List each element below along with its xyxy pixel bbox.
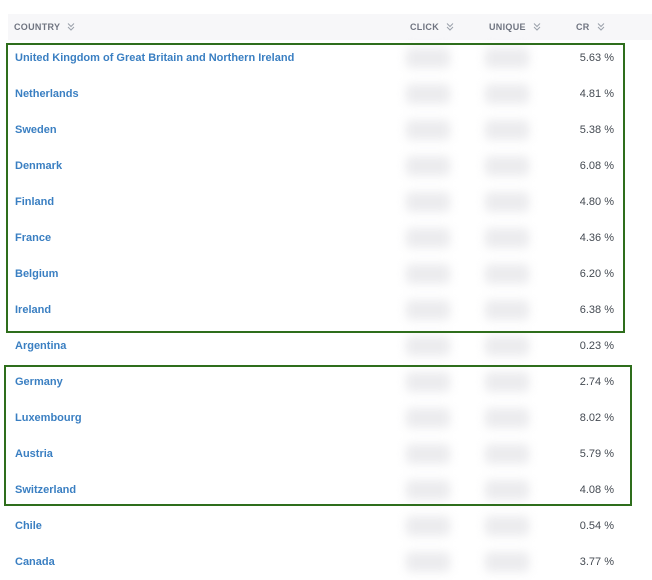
sort-chevron-icon[interactable] [532,22,542,32]
sort-chevron-icon[interactable] [445,22,455,32]
column-header-click-label: CLICK [410,22,439,32]
cr-value: 3.77 % [579,556,614,568]
redacted-click-value [406,516,450,536]
table-row: Chile 0.54 % [8,508,638,544]
table-header: COUNTRY CLICK UNIQUE CR [8,14,652,40]
sort-chevron-icon[interactable] [66,22,76,32]
column-header-cr[interactable]: CR [576,14,606,40]
country-link[interactable]: Argentina [15,328,66,364]
highlight-box [6,43,625,333]
cr-value: 0.23 % [579,340,614,352]
country-link[interactable]: Chile [15,508,42,544]
column-header-cr-label: CR [576,22,590,32]
column-header-click[interactable]: CLICK [410,14,455,40]
country-link[interactable]: Canada [15,544,55,580]
table-row: Argentina 0.23 % [8,328,638,364]
table-row: Canada 3.77 % [8,544,638,580]
redacted-click-value [406,336,450,356]
column-header-unique-label: UNIQUE [489,22,526,32]
redacted-click-value [406,552,450,572]
redacted-unique-value [485,516,529,536]
column-header-country-label: COUNTRY [14,22,61,32]
column-header-unique[interactable]: UNIQUE [489,14,542,40]
redacted-unique-value [485,336,529,356]
sort-chevron-icon[interactable] [596,22,606,32]
redacted-unique-value [485,552,529,572]
highlight-box [4,365,632,506]
cr-value: 0.54 % [579,520,614,532]
column-header-country[interactable]: COUNTRY [14,14,76,40]
